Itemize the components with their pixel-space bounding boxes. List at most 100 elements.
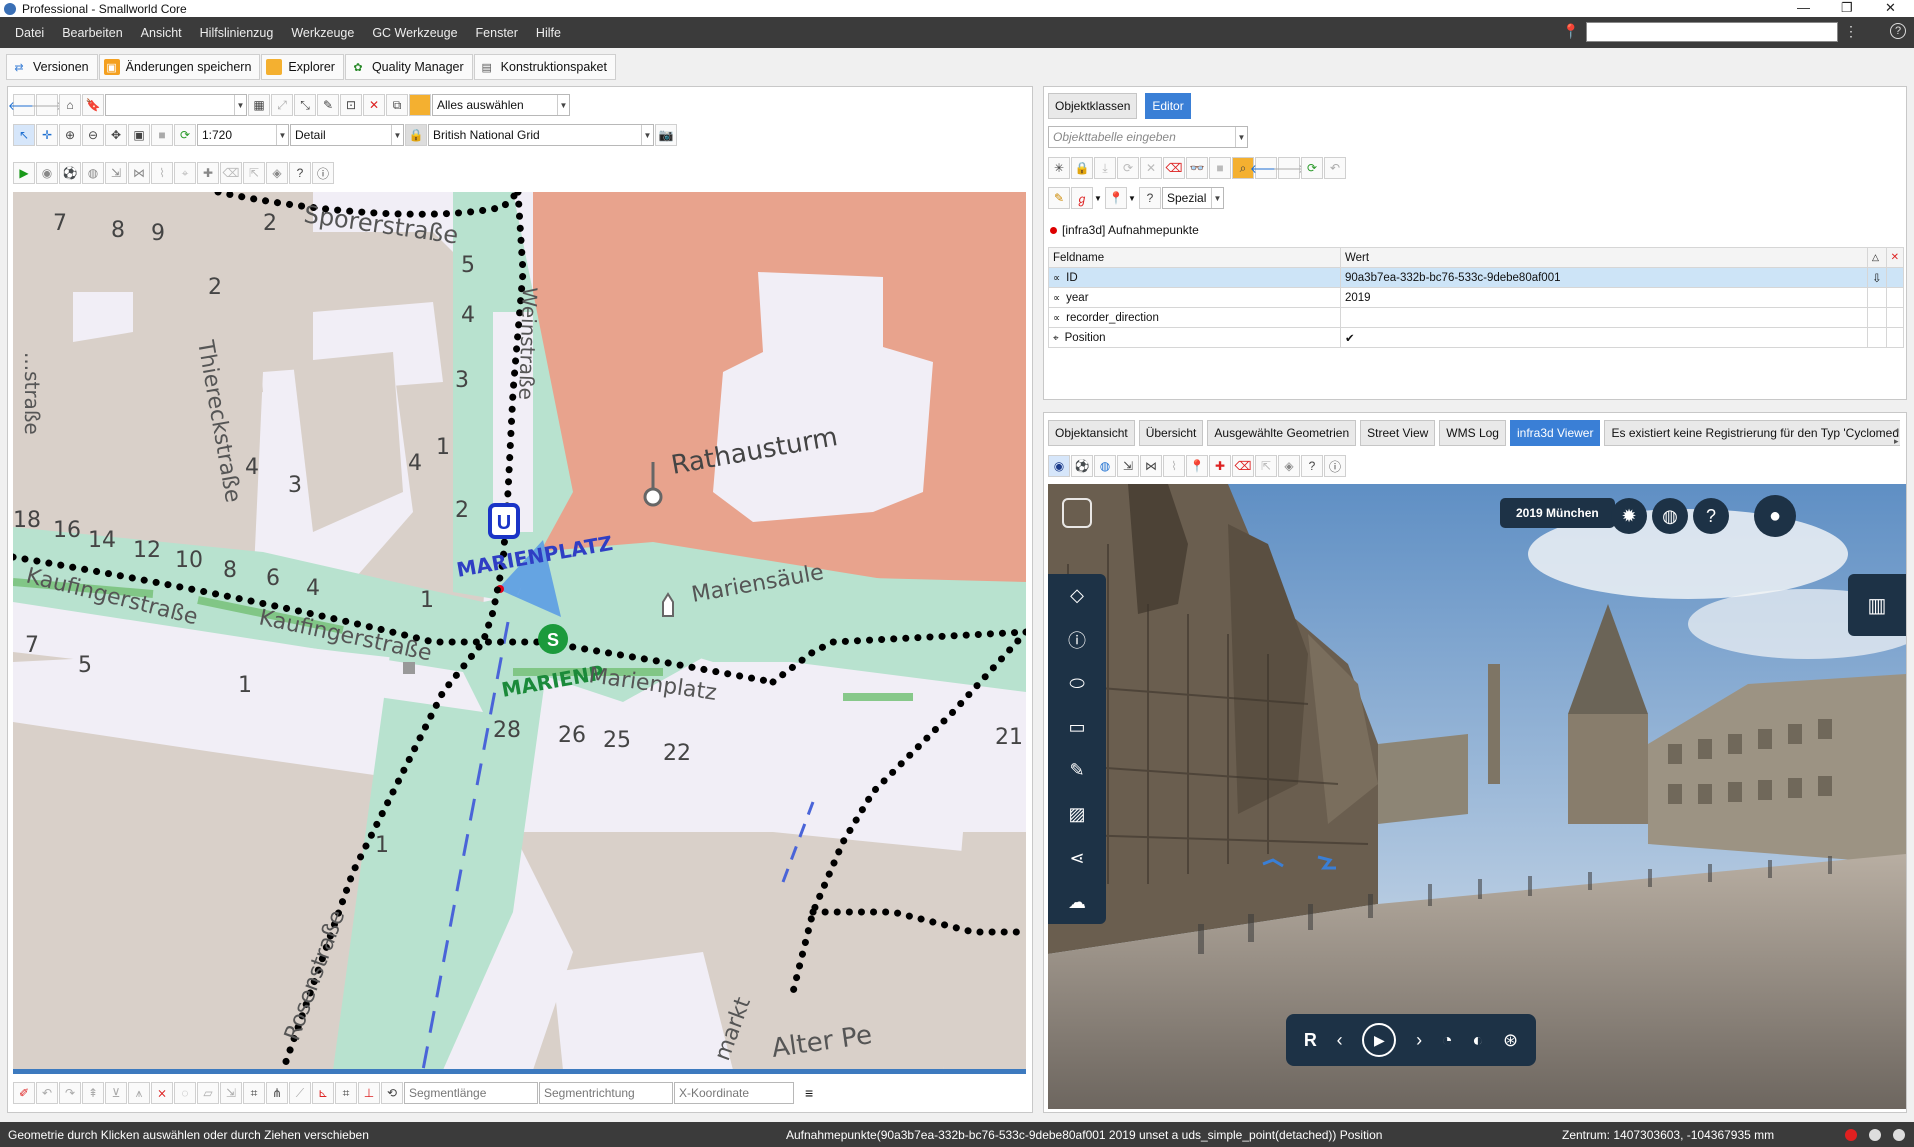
viewer-line-icon[interactable]: ⌇ bbox=[1163, 455, 1185, 477]
restore-icon[interactable]: ❐ bbox=[1841, 0, 1853, 16]
explorer-button[interactable]: Explorer bbox=[261, 54, 344, 80]
tab-editor[interactable]: Editor bbox=[1145, 93, 1191, 119]
menu-gc-werkzeuge[interactable]: GC Werkzeuge bbox=[363, 26, 466, 40]
zoom-out-icon[interactable]: ⊖ bbox=[82, 124, 104, 146]
delete-vertex-icon[interactable]: ⨯ bbox=[151, 1082, 173, 1104]
infra3d-add-icon[interactable]: ✚ bbox=[197, 162, 219, 184]
quality-manager-button[interactable]: ✿ Quality Manager bbox=[344, 54, 473, 80]
refresh-icon[interactable]: ⟳ bbox=[174, 124, 196, 146]
editor-forward-icon[interactable]: 🡒 bbox=[1273, 157, 1305, 179]
help-circle-icon[interactable]: ? bbox=[1693, 498, 1729, 534]
edit-field-icon[interactable]: ⇩ bbox=[1866, 267, 1887, 288]
location-search-input[interactable] bbox=[1586, 22, 1838, 42]
field-value[interactable] bbox=[1340, 307, 1868, 328]
infra3d-measure-icon[interactable]: ◈ bbox=[266, 162, 288, 184]
editor-erase-icon[interactable]: ⌫ bbox=[1163, 157, 1185, 179]
zoom-full-icon[interactable]: ⤡ bbox=[294, 94, 316, 116]
minimize-icon[interactable]: — bbox=[1797, 0, 1810, 15]
segmentlaenge-field[interactable]: Segmentlänge bbox=[404, 1082, 538, 1104]
close-icon[interactable]: ✕ bbox=[1885, 0, 1896, 16]
editor-stop-icon[interactable]: ■ bbox=[1209, 157, 1231, 179]
select-pointer-icon[interactable]: ↖ bbox=[13, 124, 35, 146]
cloud-download-icon[interactable]: ☁ bbox=[1048, 880, 1106, 924]
menu-hilfe[interactable]: Hilfe bbox=[527, 26, 570, 40]
crs-select[interactable]: British National Grid ▼ bbox=[428, 124, 654, 146]
help-icon[interactable]: ? bbox=[1890, 23, 1906, 39]
infra3d-viewer[interactable]: ◇ ⓘ ⬭ ▭ ✎ ▨ ⋖ ☁ 2019 München ✹ ◍ ? ● ▥ R… bbox=[1048, 484, 1906, 1109]
viewer-info-icon[interactable]: ⓘ bbox=[1324, 455, 1346, 477]
zoom-previous-icon[interactable]: ⤢ bbox=[271, 94, 293, 116]
infra3d-help-icon[interactable]: ? bbox=[289, 162, 311, 184]
editor-lock-icon[interactable]: 🔒 bbox=[1071, 157, 1093, 179]
viewer-export-icon[interactable]: ⇱ bbox=[1255, 455, 1277, 477]
clear-selection-icon[interactable]: ✕ bbox=[363, 94, 385, 116]
infra3d-export-icon[interactable]: ⇱ bbox=[243, 162, 265, 184]
layers-icon[interactable]: ◇ bbox=[1048, 574, 1106, 618]
folder-open-icon[interactable] bbox=[409, 94, 431, 116]
zoom-in-icon[interactable]: ⊕ bbox=[59, 124, 81, 146]
editor-delete-icon[interactable]: ✕ bbox=[1140, 157, 1162, 179]
editor-revert-icon[interactable]: ↶ bbox=[1324, 157, 1346, 179]
tab-uebersicht[interactable]: Übersicht bbox=[1138, 420, 1204, 446]
menu-datei[interactable]: Datei bbox=[6, 26, 53, 40]
column-wert[interactable]: Wert bbox=[1340, 247, 1868, 268]
tab-scroll-arrows-icon[interactable]: ◂ ▸ bbox=[1894, 425, 1899, 447]
offset-icon[interactable]: ⟋ bbox=[289, 1082, 311, 1104]
pencil-icon[interactable]: ✎ bbox=[1048, 749, 1106, 793]
trace-icon[interactable]: ⌗ bbox=[243, 1082, 265, 1104]
editor-geometry-icon[interactable]: ℊ bbox=[1071, 187, 1093, 209]
snap-icon[interactable]: ⇲ bbox=[220, 1082, 242, 1104]
next-icon[interactable]: › bbox=[1416, 1030, 1422, 1051]
menu-ansicht[interactable]: Ansicht bbox=[132, 26, 191, 40]
editor-update-icon[interactable]: ⟳ bbox=[1117, 157, 1139, 179]
stop-icon[interactable]: ■ bbox=[151, 124, 173, 146]
reset-button[interactable]: R bbox=[1304, 1030, 1317, 1051]
menu-werkzeuge[interactable]: Werkzeuge bbox=[282, 26, 363, 40]
rect-tool-icon[interactable]: ▱ bbox=[197, 1082, 219, 1104]
versionen-button[interactable]: ⇄ Versionen bbox=[6, 54, 98, 80]
user-icon[interactable]: ● bbox=[1754, 495, 1796, 537]
insert-vertex-icon[interactable]: ⊻ bbox=[105, 1082, 127, 1104]
viewer-pin-icon[interactable]: 📍 bbox=[1186, 455, 1208, 477]
object-table-input[interactable]: Objekttabelle eingeben ▼ bbox=[1048, 126, 1248, 148]
copy-icon[interactable]: ⧉ bbox=[386, 94, 408, 116]
map-canvas[interactable]: U S Sporerstraße Thiereckstraße Weinstra… bbox=[13, 192, 1026, 1070]
infra3d-fit-icon[interactable]: ⇲ bbox=[105, 162, 127, 184]
play-button-icon[interactable]: ▶ bbox=[1362, 1023, 1397, 1057]
edit-geometry-icon[interactable]: ✐ bbox=[13, 1082, 35, 1104]
info-icon[interactable]: ⓘ bbox=[1048, 618, 1106, 662]
gallery-icon[interactable]: ▨ bbox=[1048, 793, 1106, 837]
share-icon[interactable]: ⋖ bbox=[1048, 837, 1106, 881]
sort-icon[interactable]: △ bbox=[1866, 247, 1887, 268]
editor-pin-icon[interactable]: 📍 bbox=[1105, 187, 1127, 209]
menu-hilfslinienzug[interactable]: Hilfslinienzug bbox=[191, 26, 283, 40]
editor-insert-icon[interactable]: ⤓ bbox=[1094, 157, 1116, 179]
menu-fenster[interactable]: Fenster bbox=[467, 26, 527, 40]
object-new-icon[interactable]: ✳ bbox=[1048, 157, 1070, 179]
editor-refresh-icon[interactable]: ⟳ bbox=[1301, 157, 1323, 179]
view-360-icon[interactable]: ⊛ bbox=[1503, 1030, 1518, 1051]
infra3d-football-icon[interactable]: ⚽ bbox=[59, 162, 81, 184]
table-row[interactable]: ⌖ Position ✔ bbox=[1048, 327, 1905, 348]
more-vertical-icon[interactable]: ⋮ bbox=[1844, 23, 1858, 40]
location-pin-icon[interactable]: 📍 bbox=[1562, 23, 1579, 40]
tab-cyclomedia[interactable]: Es existiert keine Registrierung für den… bbox=[1604, 420, 1900, 446]
segmentrichtung-field[interactable]: Segmentrichtung bbox=[539, 1082, 673, 1104]
tab-objektklassen[interactable]: Objektklassen bbox=[1048, 93, 1138, 119]
ruler-icon[interactable]: ▭ bbox=[1048, 705, 1106, 749]
select-area-icon[interactable]: ⊡ bbox=[340, 94, 362, 116]
infra3d-globe-icon[interactable]: ◍ bbox=[82, 162, 104, 184]
editor-pencil-icon[interactable]: ✎ bbox=[1048, 187, 1070, 209]
viewer-collapse-icon[interactable]: ⋈ bbox=[1140, 455, 1162, 477]
ellipse-icon[interactable]: ⬭ bbox=[1048, 662, 1106, 706]
perpendicular-icon[interactable]: ⊥ bbox=[358, 1082, 380, 1104]
menu-bearbeiten[interactable]: Bearbeiten bbox=[53, 26, 131, 40]
viewer-eye-icon[interactable]: ◉ bbox=[1048, 455, 1070, 477]
home-icon[interactable]: ⌂ bbox=[59, 94, 81, 116]
infra3d-info-icon[interactable]: ⓘ bbox=[312, 162, 334, 184]
circle-tool-icon[interactable]: ◌ bbox=[174, 1082, 196, 1104]
save-changes-button[interactable]: ▣ Änderungen speichern bbox=[98, 54, 261, 80]
node-edit-icon[interactable]: ⋔ bbox=[266, 1082, 288, 1104]
viewer-fit-icon[interactable]: ⇲ bbox=[1117, 455, 1139, 477]
info-panel-icon[interactable]: ▣ bbox=[128, 124, 150, 146]
